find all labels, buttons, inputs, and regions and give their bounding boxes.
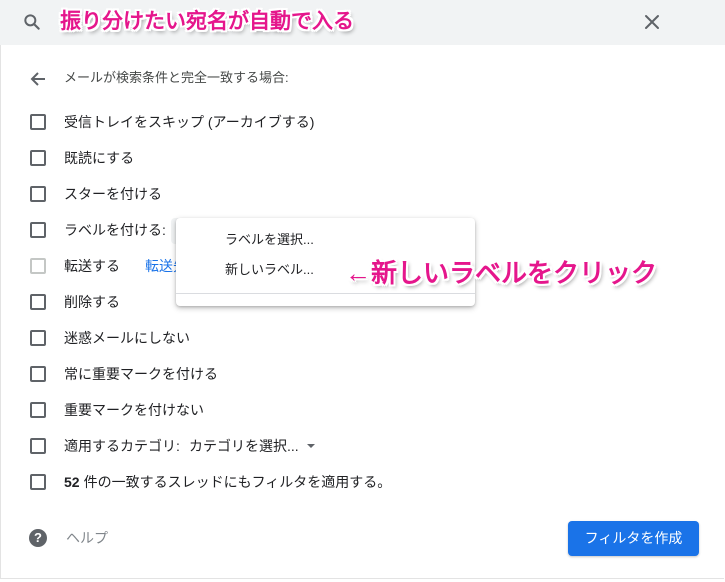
criteria-title: メールが検索条件と完全一致する場合: (64, 70, 289, 85)
action-label: 受信トレイをスキップ (アーカイブする) (64, 114, 315, 130)
matching-thread-count: 52 (64, 474, 80, 490)
help-icon[interactable]: ? (29, 529, 47, 547)
action-label: 既読にする (64, 150, 135, 166)
action-category[interactable]: 適用するカテゴリ: カテゴリを選択... (0, 436, 725, 456)
action-label: スターを付ける (64, 186, 162, 202)
action-label: 削除する (64, 294, 120, 310)
checkbox-never-important[interactable] (30, 402, 46, 418)
action-label: 常に重要マークを付ける (64, 366, 218, 382)
menu-item-label: 新しいラベル... (225, 262, 314, 277)
create-filter-button[interactable]: フィルタを作成 (568, 521, 699, 556)
action-apply-existing[interactable]: 52 件の一致するスレッドにもフィルタを適用する。 (0, 472, 725, 492)
search-bar (0, 0, 725, 45)
help-link[interactable]: ヘルプ (66, 528, 108, 548)
action-label: ラベルを付ける: (64, 222, 166, 238)
action-never-important[interactable]: 重要マークを付けない (0, 400, 725, 420)
category-select[interactable]: カテゴリを選択... (189, 436, 299, 456)
action-never-spam[interactable]: 迷惑メールにしない (0, 328, 725, 348)
label-menu: ラベルを選択... 新しいラベル... (176, 218, 475, 306)
action-label: 転送する (64, 258, 120, 274)
search-input[interactable] (58, 8, 618, 38)
arrow-back-icon[interactable] (29, 70, 47, 88)
menu-item-label: ラベルを選択... (225, 232, 314, 247)
action-mark-read[interactable]: 既読にする (0, 148, 725, 168)
action-label: 迷惑メールにしない (64, 330, 190, 346)
caret-down-icon[interactable] (307, 444, 315, 448)
checkbox-delete[interactable] (30, 294, 46, 310)
menu-divider (176, 293, 475, 294)
checkbox-mark-read[interactable] (30, 150, 46, 166)
checkbox-category[interactable] (30, 438, 46, 454)
close-icon[interactable] (644, 14, 660, 30)
action-label: 適用するカテゴリ: (64, 438, 180, 454)
action-star[interactable]: スターを付ける (0, 184, 725, 204)
menu-item-select-label[interactable]: ラベルを選択... (176, 226, 475, 254)
checkbox-apply-existing[interactable] (30, 474, 46, 490)
checkbox-forward (30, 258, 46, 274)
action-skip-inbox[interactable]: 受信トレイをスキップ (アーカイブする) (0, 112, 725, 132)
action-always-important[interactable]: 常に重要マークを付ける (0, 364, 725, 384)
checkbox-never-spam[interactable] (30, 330, 46, 346)
search-icon[interactable] (22, 12, 42, 32)
menu-item-new-label[interactable]: 新しいラベル... (176, 256, 475, 284)
action-label: 重要マークを付けない (64, 402, 204, 418)
checkbox-skip-inbox[interactable] (30, 114, 46, 130)
action-label: 件の一致するスレッドにもフィルタを適用する。 (83, 474, 392, 490)
checkbox-star[interactable] (30, 186, 46, 202)
apply-existing-label: 52 件の一致するスレッドにもフィルタを適用する。 (64, 472, 391, 492)
checkbox-apply-label[interactable] (30, 222, 46, 238)
checkbox-always-important[interactable] (30, 366, 46, 382)
